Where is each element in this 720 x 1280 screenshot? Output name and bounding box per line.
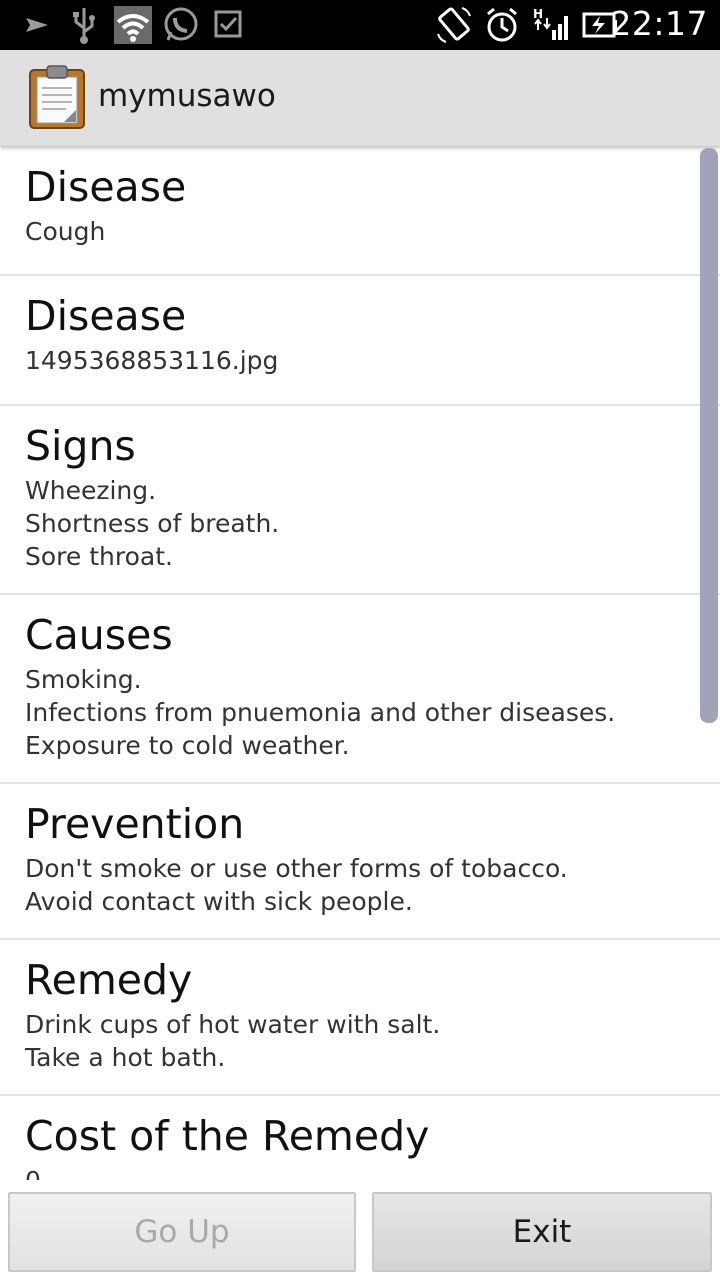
list-item[interactable]: Causes Smoking. Infections from pnuemoni… — [0, 595, 720, 784]
list-item[interactable]: Prevention Don't smoke or use other form… — [0, 784, 720, 940]
item-body: 1495368853116.jpg — [25, 346, 279, 375]
detail-list[interactable]: Disease Cough Disease 1495368853116.jpg … — [0, 147, 720, 1180]
checkbox-icon — [214, 10, 242, 38]
wifi-icon — [114, 6, 152, 44]
status-bar: H 22:17 — [0, 0, 720, 50]
go-up-button[interactable]: Go Up — [8, 1192, 356, 1272]
item-title: Disease — [25, 292, 187, 340]
item-title: Disease — [25, 163, 187, 211]
app-title: mymusawo — [98, 78, 276, 114]
item-title: Prevention — [25, 800, 245, 848]
exit-button[interactable]: Exit — [372, 1192, 712, 1272]
item-body: Drink cups of hot water with salt. Take … — [25, 1010, 441, 1072]
list-item[interactable]: Disease Cough — [0, 147, 720, 276]
scrollbar-thumb[interactable] — [700, 148, 718, 723]
action-bar: mymusawo — [0, 50, 720, 147]
list-item[interactable]: Disease 1495368853116.jpg — [0, 276, 720, 406]
whatsapp-icon — [164, 7, 198, 41]
item-body: Wheezing. Shortness of breath. Sore thro… — [25, 476, 280, 571]
item-body: Smoking. Infections from pnuemonia and o… — [25, 665, 616, 760]
clipboard-icon — [29, 65, 85, 129]
alarm-icon — [487, 7, 517, 42]
item-body: Don't smoke or use other forms of tobacc… — [25, 854, 568, 916]
item-body: 0 — [25, 1164, 696, 1180]
list-item[interactable]: Remedy Drink cups of hot water with salt… — [0, 940, 720, 1096]
signal-h-icon: H — [533, 7, 568, 40]
item-title: Cost of the Remedy — [25, 1112, 430, 1160]
item-title: Remedy — [25, 956, 193, 1004]
usb-icon — [73, 8, 95, 44]
rotate-icon — [437, 7, 471, 43]
item-title: Signs — [25, 422, 136, 470]
status-time: 22:17 — [610, 4, 708, 43]
item-title: Causes — [25, 611, 173, 659]
play-icon — [26, 18, 48, 32]
list-item[interactable]: Cost of the Remedy 0 — [0, 1096, 720, 1180]
list-item[interactable]: Signs Wheezing. Shortness of breath. Sor… — [0, 406, 720, 595]
item-body: Cough — [25, 217, 106, 246]
